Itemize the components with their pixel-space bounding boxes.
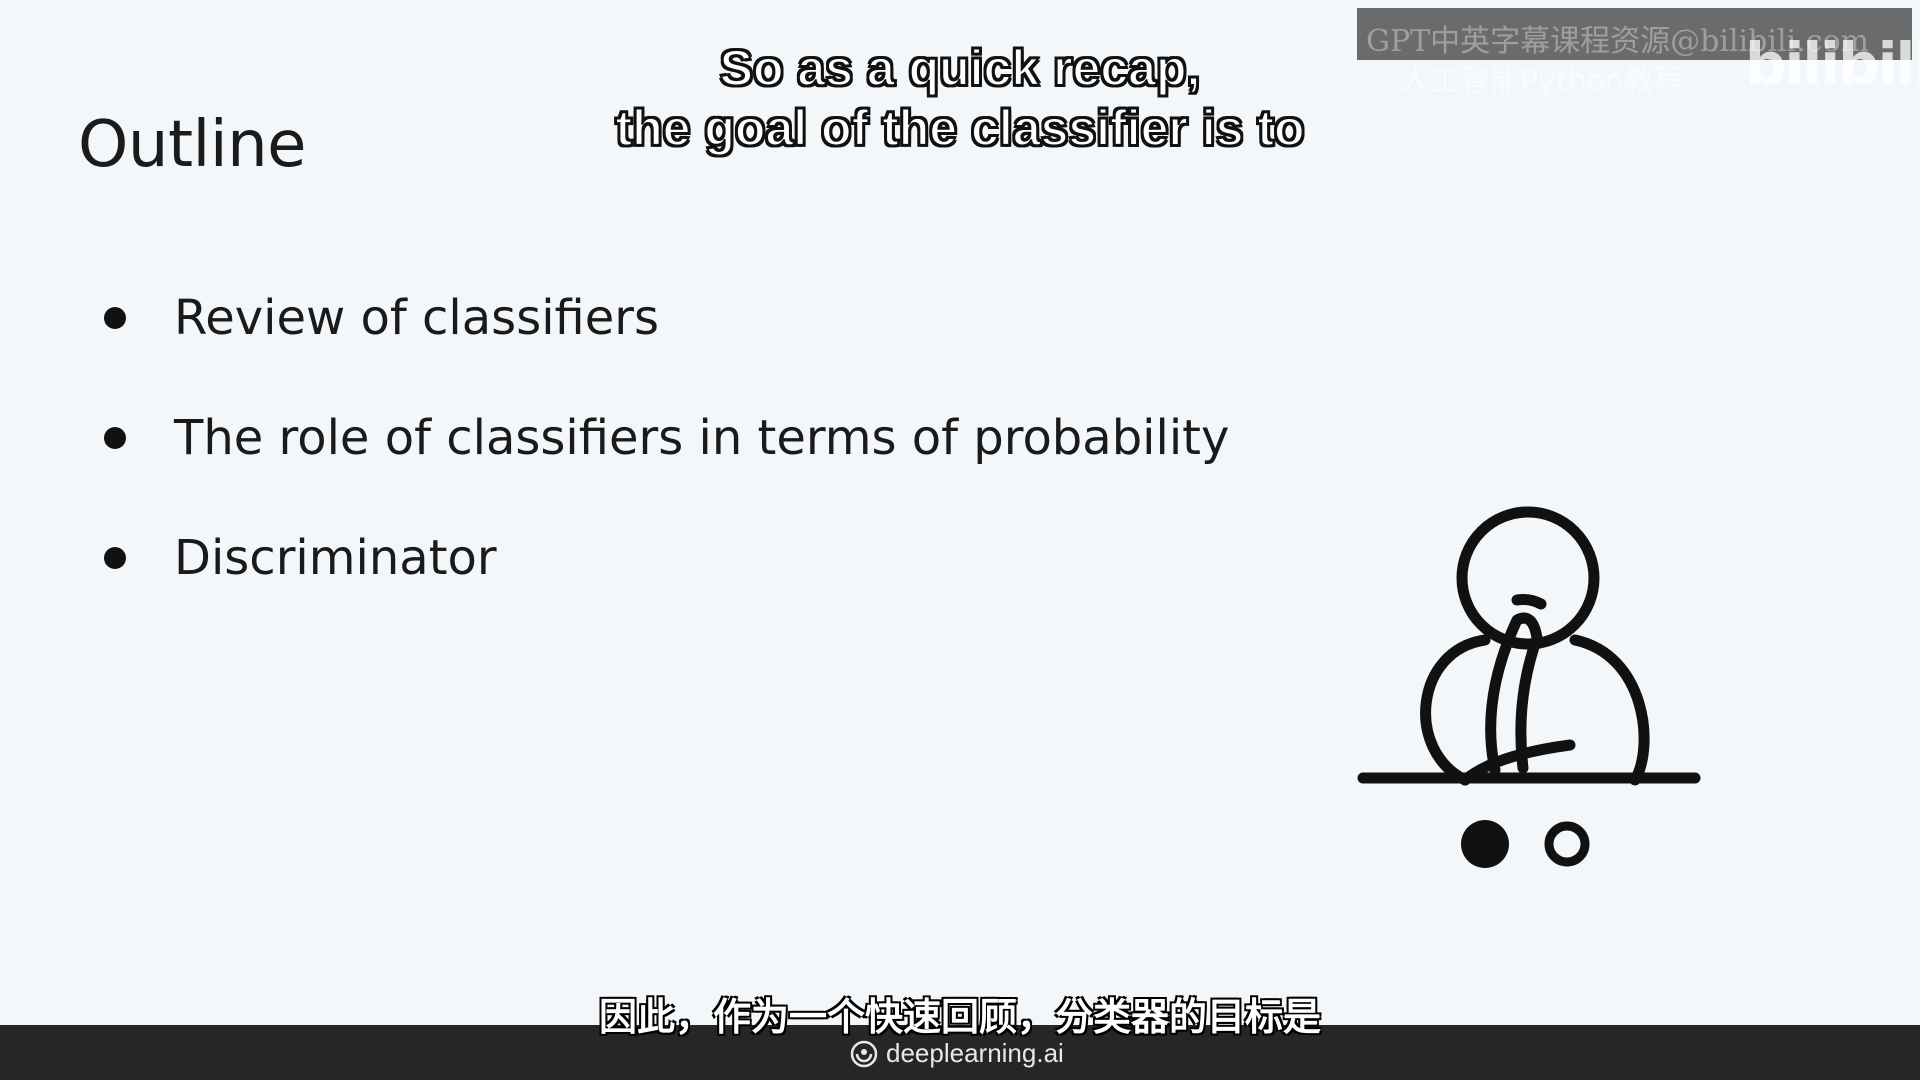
bullet-icon	[104, 307, 126, 329]
bullet-text: The role of classifiers in terms of prob…	[174, 410, 1230, 466]
body-left-shape	[1420, 634, 1491, 786]
body-right-shape	[1569, 634, 1650, 786]
video-frame: Outline Review of classifiers The role o…	[0, 0, 1920, 1080]
bullet-icon	[104, 427, 126, 449]
filled-dot-icon	[1461, 820, 1509, 868]
mouth-shape	[1511, 594, 1547, 610]
list-item: The role of classifiers in terms of prob…	[104, 378, 1229, 498]
bilibili-logo: bilibili	[1745, 30, 1920, 98]
list-item: Review of classifiers	[104, 258, 1229, 378]
slide-title: Outline	[78, 108, 307, 182]
brand-name: deeplearning.ai	[886, 1038, 1064, 1068]
bullet-text: Discriminator	[174, 530, 497, 586]
english-subtitle: So as a quick recap, the goal of the cla…	[540, 38, 1380, 158]
thinking-person-illustration	[1357, 506, 1701, 868]
hollow-dot-icon	[1544, 821, 1590, 867]
outline-list: Review of classifiers The role of classi…	[104, 258, 1229, 618]
list-item: Discriminator	[104, 498, 1229, 618]
bullet-text: Review of classifiers	[174, 290, 660, 346]
brand-footer: deeplearning.ai	[850, 1038, 1064, 1069]
bullet-icon	[104, 547, 126, 569]
chinese-subtitle: 因此，作为一个快速回顾，分类器的目标是	[598, 995, 1321, 1039]
english-subtitle-line: So as a quick recap,	[719, 39, 1202, 97]
deeplearning-logo-icon	[850, 1040, 878, 1067]
watermark-subtext: 人工智能Python教程	[1400, 64, 1684, 99]
english-subtitle-line: the goal of the classifier is to	[614, 99, 1305, 157]
